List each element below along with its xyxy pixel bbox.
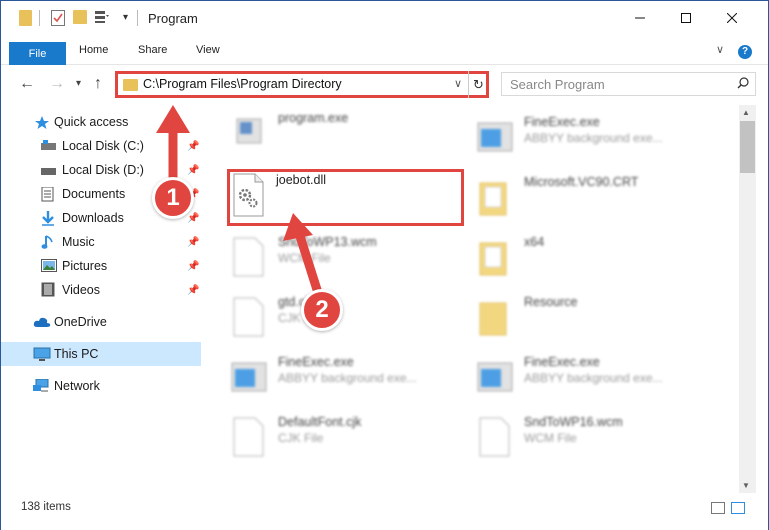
step-2-badge: 2 bbox=[301, 289, 343, 331]
file-explorer-window: ▾ Program File Home Share View ∨ ? ← → ▾… bbox=[0, 0, 769, 530]
arrow-2 bbox=[283, 213, 324, 301]
annotation-arrows bbox=[156, 105, 324, 301]
step-1-badge: 1 bbox=[152, 177, 194, 219]
arrow-1 bbox=[156, 105, 190, 191]
